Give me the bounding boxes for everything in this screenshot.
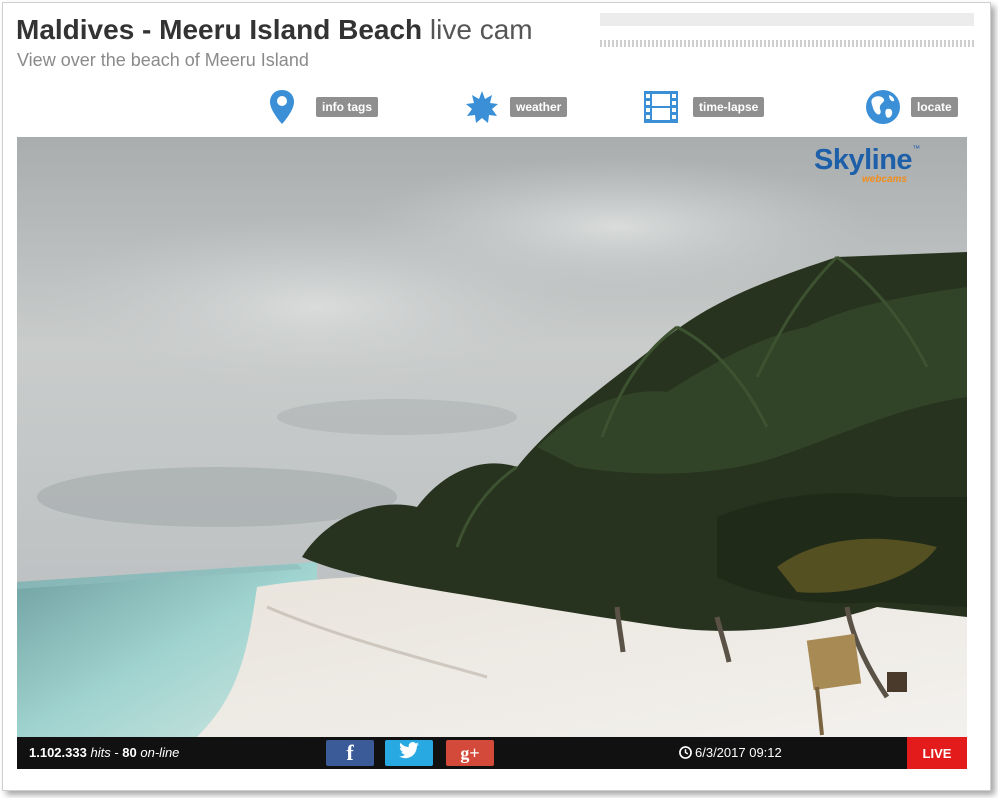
twitter-bird-icon: [398, 741, 420, 765]
sun-icon: [466, 91, 498, 123]
locate-button[interactable]: locate: [865, 88, 958, 126]
info-tags-button[interactable]: info tags: [268, 88, 378, 126]
googleplus-share-button[interactable]: g+: [446, 740, 494, 766]
live-badge[interactable]: LIVE: [907, 737, 967, 769]
skyline-webcams-logo[interactable]: Skyline™ webcams: [814, 144, 921, 185]
title-suffix: live cam: [429, 14, 533, 45]
globe-icon: [865, 89, 901, 125]
hits-separator: -: [114, 745, 119, 760]
info-tags-label: info tags: [316, 97, 378, 117]
timestamp: 6/3/2017 09:12: [679, 745, 782, 760]
logo-name: Skyline: [814, 144, 913, 176]
status-bar: 1.102.333 hits - 80 on-line f g+ 6/3/201…: [17, 737, 967, 769]
ad-banner-placeholder: [600, 13, 974, 26]
facebook-icon: f: [346, 740, 354, 765]
time-lapse-label: time-lapse: [693, 97, 765, 117]
decorative-divider: [600, 40, 974, 47]
film-strip-icon: [643, 90, 679, 124]
logo-trademark: ™: [912, 144, 921, 153]
weather-button[interactable]: weather: [466, 88, 568, 126]
beach-scene-image: [17, 137, 967, 737]
googleplus-icon: g+: [460, 742, 480, 763]
locate-label: locate: [911, 97, 958, 117]
logo-tagline: webcams: [862, 174, 908, 185]
datetime-text: 6/3/2017 09:12: [695, 745, 782, 760]
page-title: Maldives - Meeru Island Beach live cam: [16, 14, 533, 46]
weather-label: weather: [510, 97, 568, 117]
hits-counter: 1.102.333 hits - 80 on-line: [29, 745, 179, 760]
online-count: 80: [122, 745, 137, 760]
hits-count: 1.102.333: [29, 745, 87, 760]
map-pin-icon: [268, 88, 296, 126]
time-lapse-button[interactable]: time-lapse: [643, 88, 765, 126]
twitter-share-button[interactable]: [385, 740, 433, 766]
hits-label: hits: [90, 745, 111, 760]
page-subtitle: View over the beach of Meeru Island: [17, 50, 309, 70]
clock-icon: [679, 746, 692, 759]
online-label: on-line: [140, 745, 180, 760]
title-main: Maldives - Meeru Island Beach: [16, 14, 423, 45]
facebook-share-button[interactable]: f: [326, 740, 374, 766]
webcam-image[interactable]: [17, 137, 967, 737]
